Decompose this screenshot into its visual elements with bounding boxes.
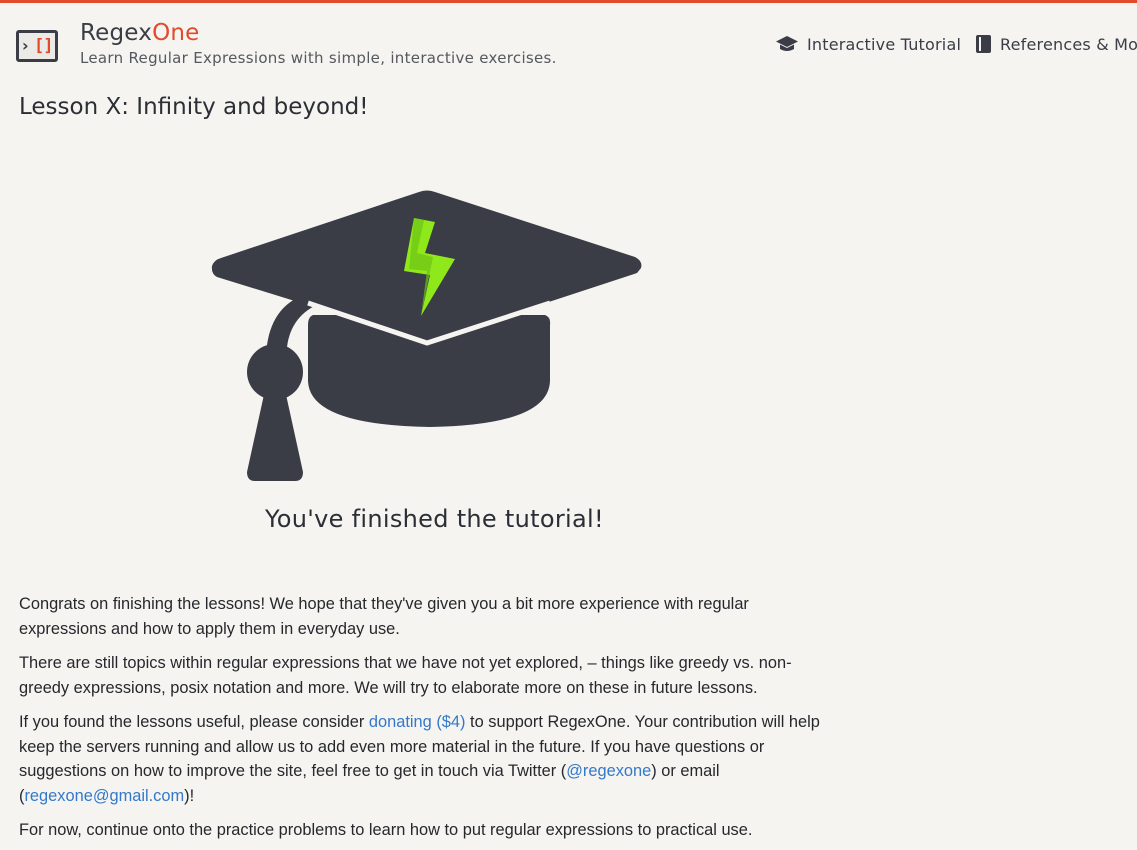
graduation-cap-icon [776, 36, 798, 51]
logo-icon[interactable]: › [] [16, 30, 58, 62]
brand-name[interactable]: RegexOne [80, 18, 200, 48]
email-link[interactable]: regexone@gmail.com [24, 787, 184, 805]
twitter-link[interactable]: @regexone [566, 762, 651, 780]
lesson-title: Lesson X: Infinity and beyond! [19, 94, 369, 120]
nav-label: References & More [1000, 34, 1137, 54]
donate-link[interactable]: donating ($4) [369, 713, 466, 731]
book-icon [976, 35, 991, 53]
brand-name-part2: One [152, 20, 200, 46]
tagline: Learn Regular Expressions with simple, i… [80, 49, 557, 67]
graduation-cap-lightning-icon [211, 190, 642, 481]
paragraph-topics: There are still topics within regular ex… [19, 654, 792, 697]
nav-references[interactable]: References & More [975, 33, 1137, 55]
finished-message: You've finished the tutorial! [265, 505, 604, 533]
paragraph-practice: For now, continue onto the practice prob… [19, 821, 753, 839]
paragraph-donate: If you found the lessons useful, please … [19, 713, 820, 805]
lesson-body: Congrats on finishing the lessons! We ho… [19, 592, 834, 850]
brand-name-part1: Regex [80, 20, 153, 46]
nav-interactive-tutorial[interactable]: Interactive Tutorial [775, 33, 961, 55]
paragraph-congrats: Congrats on finishing the lessons! We ho… [19, 595, 749, 638]
nav-label: Interactive Tutorial [807, 34, 962, 54]
top-accent-bar [0, 0, 1137, 3]
